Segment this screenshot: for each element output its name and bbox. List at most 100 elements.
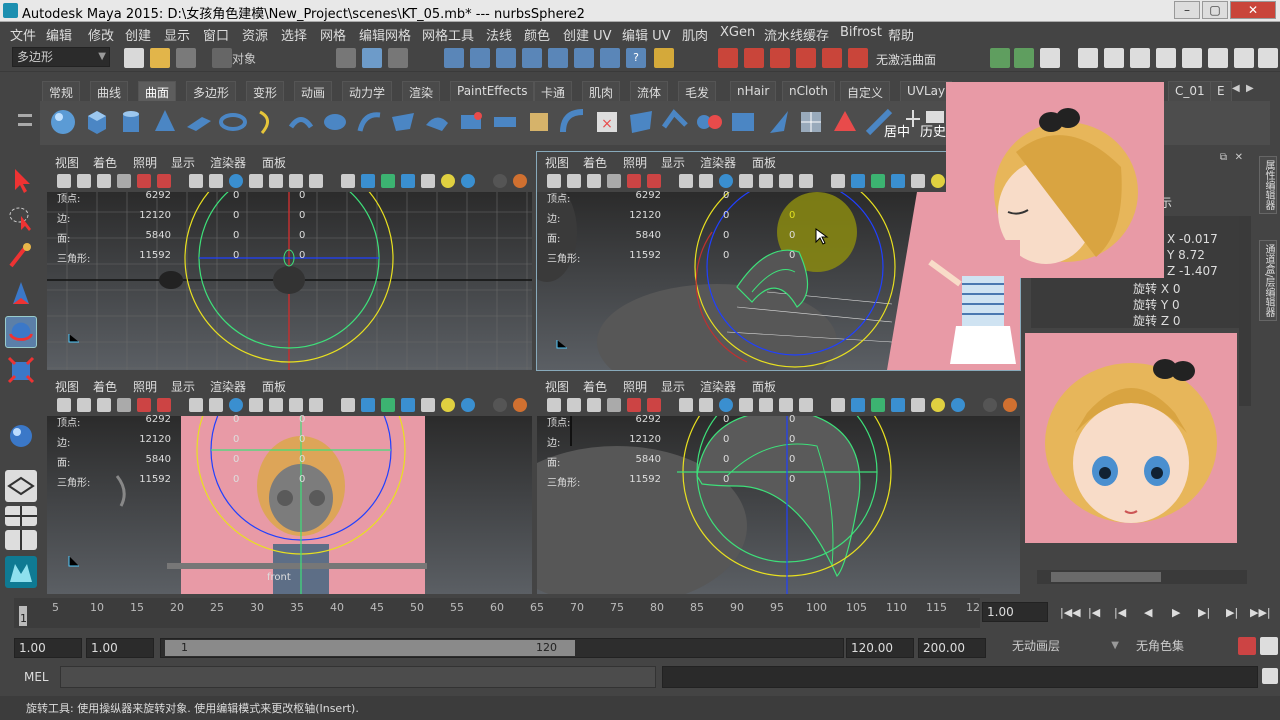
surface-fillet-icon[interactable] [558,107,588,137]
shelf-scroll-right-icon[interactable]: ▶ [1246,83,1254,94]
safe-action-icon[interactable] [289,174,303,188]
snap-plane-icon[interactable] [522,48,542,68]
attribute-editor-toggle-icon[interactable] [1104,48,1124,68]
grease-pencil-icon[interactable] [647,398,661,412]
bevel-plus-icon[interactable] [524,107,554,137]
new-scene-icon[interactable] [124,48,144,68]
bookmark-icon[interactable] [97,398,111,412]
vp-menu-renderer[interactable]: 渲染器 [210,378,246,395]
single-pane-layout-icon[interactable] [5,470,37,502]
render-settings-icon[interactable] [1040,48,1060,68]
selection-mask-icon[interactable] [212,48,232,68]
grid-toggle-icon[interactable] [679,174,693,188]
input-ops-icon[interactable] [770,48,790,68]
safe-title-icon[interactable] [799,174,813,188]
align-surfaces-icon[interactable] [762,107,792,137]
smooth-shade-icon[interactable] [361,398,375,412]
camera-icon[interactable] [547,398,561,412]
reference-image-front[interactable] [1025,333,1237,543]
menu-color[interactable]: 颜色 [524,25,550,44]
vp-menu-shading[interactable]: 着色 [583,378,607,395]
menu-help[interactable]: 帮助 [888,25,914,44]
select-component-icon[interactable] [388,48,408,68]
menu-edit-uv[interactable]: 编辑 UV [622,25,671,44]
grease-pencil-icon[interactable] [157,398,171,412]
step-forward-key-icon[interactable]: ▶| [1226,606,1238,619]
snap-view-icon[interactable] [600,48,620,68]
attach-surfaces-icon[interactable] [694,107,724,137]
textured-icon[interactable] [401,174,415,188]
wireframe-on-shaded-icon[interactable] [381,398,395,412]
xray-icon[interactable] [421,398,435,412]
birail-icon[interactable] [388,107,418,137]
image-plane-icon[interactable] [117,174,131,188]
snap-surface-icon[interactable] [574,48,594,68]
nurbs-torus-icon[interactable] [218,107,248,137]
play-backward-icon[interactable]: ◀ [1144,606,1152,619]
ambient-occlusion-icon[interactable] [1003,398,1017,412]
shelf-tab-deformation[interactable]: 变形 [246,81,285,101]
nurbs-sphere-icon[interactable] [48,107,78,137]
channel-box-toggle-icon[interactable] [1156,48,1176,68]
playback-end-field[interactable]: 120.00 [846,638,914,658]
maximize-button[interactable]: ▢ [1202,1,1228,19]
smooth-shade-icon[interactable] [851,174,865,188]
safe-action-icon[interactable] [779,398,793,412]
menu-normals[interactable]: 法线 [486,25,512,44]
menu-bifrost[interactable]: Bifrost [840,25,882,40]
smooth-shade-icon[interactable] [361,174,375,188]
grease-pencil-icon[interactable] [157,174,171,188]
vp-menu-show[interactable]: 显示 [171,378,195,395]
modeling-toolkit-icon[interactable] [1182,48,1202,68]
shelf-tab-dynamics[interactable]: 动力学 [342,81,393,101]
nurbs-cylinder-icon[interactable] [116,107,146,137]
save-scene-icon[interactable] [176,48,196,68]
tool-settings-icon[interactable] [1130,48,1150,68]
image-plane-icon[interactable] [607,398,621,412]
ipr-render-icon[interactable] [1014,48,1034,68]
loft-icon[interactable] [286,107,316,137]
intersect-icon[interactable]: × [592,107,622,137]
script-editor-icon[interactable] [1262,668,1278,684]
vp-menu-shading[interactable]: 着色 [93,154,117,171]
nurbs-cone-icon[interactable] [150,107,180,137]
resolution-gate-icon[interactable] [229,174,243,188]
lights-icon[interactable] [931,174,945,188]
safe-title-icon[interactable] [799,398,813,412]
field-chart-icon[interactable] [759,174,773,188]
menu-edit-mesh[interactable]: 编辑网格 [359,25,411,44]
vp-menu-shading[interactable]: 着色 [93,378,117,395]
close-button[interactable]: ✕ [1230,1,1276,19]
film-gate-icon[interactable] [209,174,223,188]
wireframe-icon[interactable] [831,398,845,412]
shadows-icon[interactable] [493,174,507,188]
menu-create[interactable]: 创建 [125,25,151,44]
minimize-button[interactable]: – [1174,1,1200,19]
xray-icon[interactable] [911,398,925,412]
field-chart-icon[interactable] [269,398,283,412]
camera-attributes-icon[interactable] [567,174,581,188]
lights-icon[interactable] [931,398,945,412]
rotate-z-value[interactable]: 旋转 Z 0 [1133,312,1181,329]
time-slider-track[interactable]: 1 5 10 15 20 25 30 35 40 45 50 55 60 65 … [14,598,980,628]
two-d-pan-icon[interactable] [627,174,641,188]
auto-key-icon[interactable] [1238,637,1256,655]
image-plane-icon[interactable] [607,174,621,188]
shelf-tab-ncloth[interactable]: nCloth [782,81,835,101]
camera-attributes-icon[interactable] [567,398,581,412]
translate-x-value[interactable]: X -0.017 [1167,232,1218,246]
shelf-tab-general[interactable]: 常规 [42,81,81,101]
shelf-tab-painteffects[interactable]: PaintEffects [450,81,535,101]
wireframe-on-shaded-icon[interactable] [381,174,395,188]
nurbs-cube-icon[interactable] [82,107,112,137]
translate-y-value[interactable]: Y 8.72 [1167,248,1205,262]
menu-assets[interactable]: 资源 [242,25,268,44]
shelf-tab-muscle[interactable]: 肌肉 [582,81,621,101]
shelf-tab-surfaces[interactable]: 曲面 [138,81,177,101]
viewport-canvas[interactable]: front 顶点: 6292 0 0 边: 12120 0 0 面: 5840 … [47,376,532,594]
wireframe-on-shaded-icon[interactable] [871,174,885,188]
vp-menu-renderer[interactable]: 渲染器 [700,154,736,171]
vp-menu-view[interactable]: 视图 [545,378,569,395]
rotate-tool-icon[interactable] [5,316,37,348]
camera-attributes-icon[interactable] [77,174,91,188]
